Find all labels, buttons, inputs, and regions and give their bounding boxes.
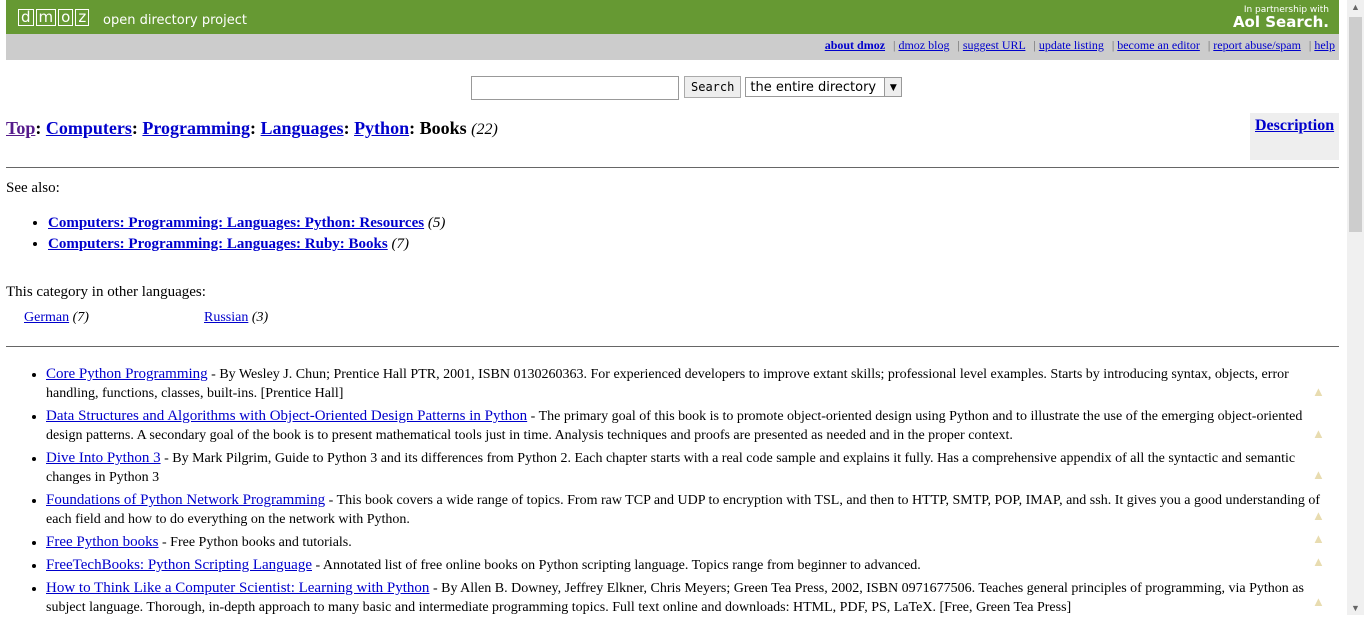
description-link[interactable]: Description [1255,117,1334,134]
divider [6,167,1339,168]
breadcrumb-top[interactable]: Top [6,118,35,138]
scroll-up-icon[interactable]: ▲ [1351,2,1360,12]
logo-letter: d [18,9,34,26]
breadcrumb: Top: Computers: Programming: Languages: … [6,118,498,138]
listing-item: Free Python books - Free Python books an… [46,533,1326,552]
listing-link[interactable]: Data Structures and Algorithms with Obje… [46,408,527,424]
scrollbar-thumb[interactable] [1349,17,1362,232]
breadcrumb-computers[interactable]: Computers [46,118,132,138]
scope-value: the entire directory [750,80,877,95]
other-languages-label: This category in other languages: [6,284,206,300]
see-also-label: See also: [6,180,60,196]
listing-description: - Free Python books and tutorials. [158,535,352,550]
count: (3) [251,310,269,325]
listing-item: How to Think Like a Computer Scientist: … [46,579,1326,617]
count: (5) [427,215,446,231]
vertical-scrollbar[interactable]: ▲ ▼ [1347,0,1364,615]
divider [6,346,1339,347]
listing-link[interactable]: FreeTechBooks: Python Scripting Language [46,557,312,573]
breadcrumb-programming[interactable]: Programming [142,118,250,138]
listing-description: - Annotated list of free online books on… [312,558,921,573]
breadcrumb-languages[interactable]: Languages [261,118,344,138]
report-warning-icon[interactable]: ▲ [1312,508,1326,523]
breadcrumb-python[interactable]: Python [354,118,409,138]
listing-item: Foundations of Python Network Programmin… [46,491,1326,529]
become-editor-link[interactable]: become an editor [1117,38,1200,52]
count: (7) [72,310,89,325]
report-warning-icon[interactable]: ▲ [1312,594,1326,609]
page: d m o z open directory project In partne… [6,0,1339,60]
top-links-bar: about dmoz | dmoz blog | suggest URL | upda… [6,34,1339,60]
list-item: Computers: Programming: Languages: Ruby:… [48,236,445,253]
logo-letter: o [58,9,74,26]
dmoz-logo[interactable]: d m o z [18,9,90,26]
listing-item: Core Python Programming - By Wesley J. C… [46,365,1326,403]
listing-link[interactable]: Foundations of Python Network Programmin… [46,492,325,508]
listing-link[interactable]: How to Think Like a Computer Scientist: … [46,580,429,596]
partner-brand: Aol Search. [1232,13,1329,31]
about-dmoz-link[interactable]: about dmoz [825,38,885,52]
listing-item: Data Structures and Algorithms with Obje… [46,407,1326,445]
language-link[interactable]: Russian [204,310,248,325]
logo-letter: z [75,9,90,26]
suggest-url-link[interactable]: suggest URL [963,38,1026,52]
listing-link[interactable]: Core Python Programming [46,366,208,382]
search-scope-select[interactable]: the entire directory ▼ [745,77,903,97]
tagline: open directory project [103,13,247,28]
count: (7) [391,236,409,252]
update-listing-link[interactable]: update listing [1039,38,1104,52]
see-also-list: Computers: Programming: Languages: Pytho… [30,215,445,257]
chevron-down-icon: ▼ [884,78,902,96]
scroll-down-icon[interactable]: ▼ [1351,603,1360,613]
search-input[interactable] [471,76,679,100]
search-form: Search the entire directory ▼ [471,76,903,100]
report-warning-icon[interactable]: ▲ [1312,554,1326,569]
listing-description: - By Mark Pilgrim, Guide to Python 3 and… [46,451,1296,485]
report-warning-icon[interactable]: ▲ [1312,531,1326,546]
see-also-link[interactable]: Computers: Programming: Languages: Ruby:… [48,236,388,252]
see-also-link[interactable]: Computers: Programming: Languages: Pytho… [48,215,424,231]
list-item: Computers: Programming: Languages: Pytho… [48,215,445,232]
category-count: (22) [471,121,498,138]
language-link[interactable]: German [24,310,69,325]
listing-link[interactable]: Free Python books [46,534,159,550]
report-abuse-link[interactable]: report abuse/spam [1213,38,1301,52]
language-german: German (7) [24,310,89,326]
partner-logo[interactable]: In partnership with Aol Search. [1232,5,1329,31]
listing-description: - By Wesley J. Chun; Prentice Hall PTR, … [46,367,1289,401]
breadcrumb-current: Books [419,118,467,138]
report-warning-icon[interactable]: ▲ [1312,384,1326,399]
search-button[interactable]: Search [684,76,742,98]
listing-link[interactable]: Dive Into Python 3 [46,450,161,466]
language-russian: Russian (3) [204,310,268,326]
listings: Core Python Programming - By Wesley J. C… [28,365,1326,621]
listing-item: FreeTechBooks: Python Scripting Language… [46,556,1326,575]
help-link[interactable]: help [1314,38,1335,52]
listing-item: Dive Into Python 3 - By Mark Pilgrim, Gu… [46,449,1326,487]
report-warning-icon[interactable]: ▲ [1312,467,1326,482]
logo-letter: m [35,9,57,26]
site-header: d m o z open directory project In partne… [6,0,1339,34]
report-warning-icon[interactable]: ▲ [1312,426,1326,441]
dmoz-blog-link[interactable]: dmoz blog [898,38,949,52]
description-box: Description [1250,113,1339,160]
